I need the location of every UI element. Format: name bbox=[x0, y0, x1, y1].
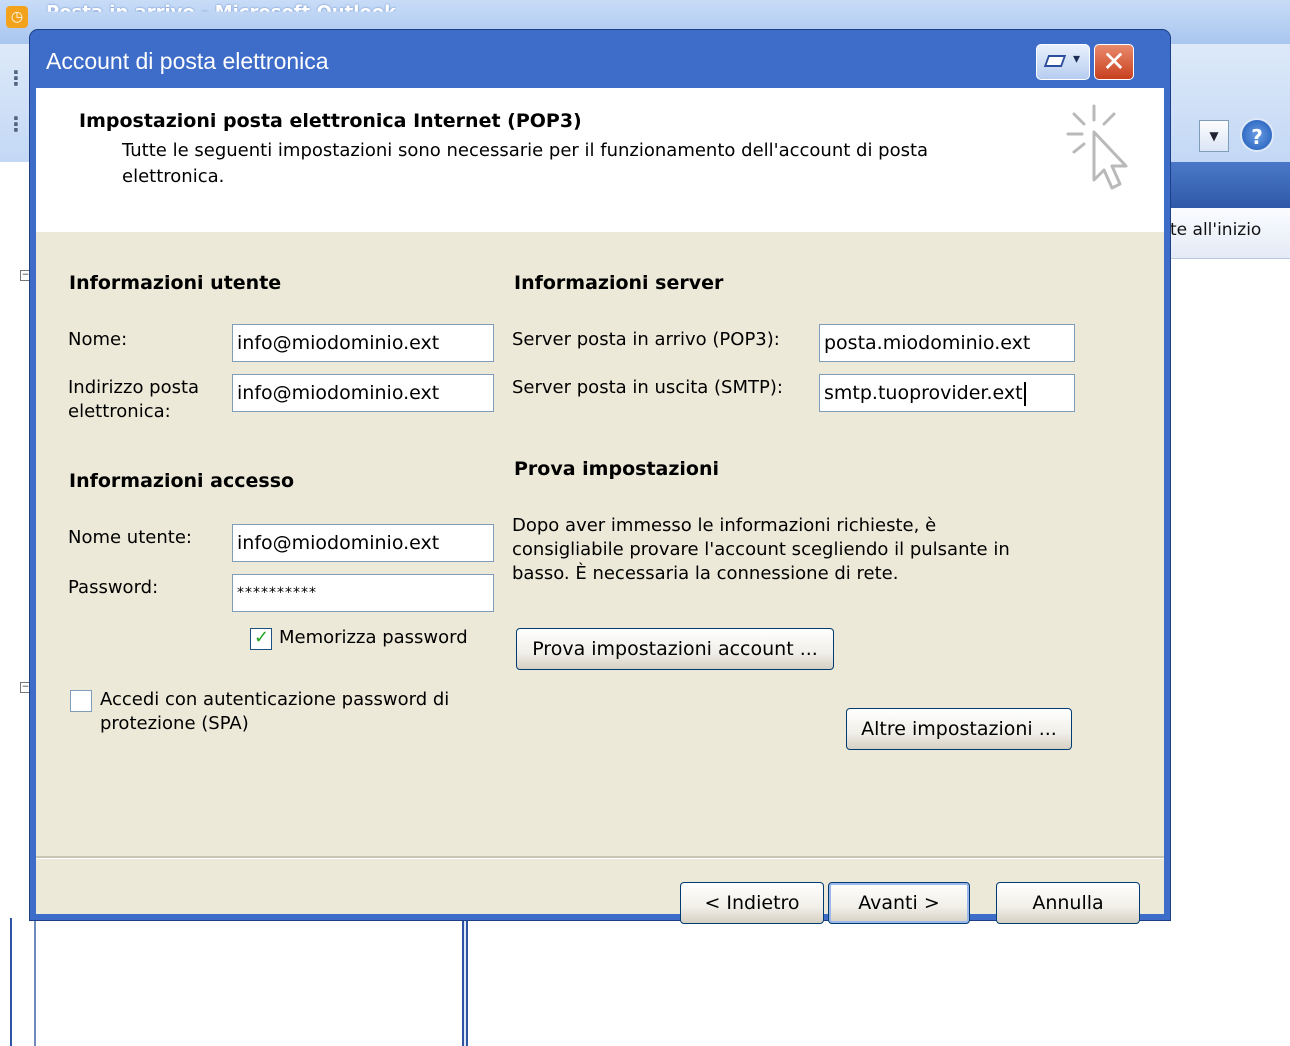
pane-splitter[interactable] bbox=[462, 918, 468, 1046]
spa-label: Accedi con autenticazione password di pr… bbox=[100, 689, 450, 734]
chevron-down-icon: ▾ bbox=[1073, 51, 1081, 67]
checkmark-icon: ✓ bbox=[254, 627, 270, 648]
email-label: Indirizzo posta elettronica: bbox=[68, 377, 200, 422]
header-description: Tutte le seguenti impostazioni sono nece… bbox=[122, 140, 929, 187]
cursor-click-icon bbox=[1066, 104, 1128, 190]
more-settings-button[interactable]: Altre impostazioni ... bbox=[846, 708, 1072, 750]
email-field[interactable]: info@miodominio.ext bbox=[232, 374, 494, 412]
user-info-heading: Informazioni utente bbox=[69, 272, 282, 294]
outgoing-server-field[interactable]: smtp.tuoprovider.ext bbox=[819, 374, 1075, 412]
nav-pane-header-glyph: E bbox=[8, 172, 22, 196]
close-button[interactable]: ✕ bbox=[1094, 44, 1134, 80]
password-label: Password: bbox=[68, 577, 159, 598]
remember-password-checkbox[interactable]: ✓ bbox=[250, 627, 272, 650]
cancel-button[interactable]: Annulla bbox=[996, 882, 1140, 924]
password-field[interactable]: ********** bbox=[232, 574, 494, 612]
outlook-window-title: Posta in arrivo - Microsoft Outlook bbox=[46, 2, 397, 23]
spa-checkbox[interactable] bbox=[70, 690, 92, 712]
server-info-heading: Informazioni server bbox=[514, 272, 724, 294]
incoming-server-label: Server posta in arrivo (POP3): bbox=[512, 329, 780, 350]
name-field[interactable]: info@miodominio.ext bbox=[232, 324, 494, 362]
footer-divider bbox=[36, 856, 1164, 859]
next-button[interactable]: Avanti > bbox=[828, 882, 970, 924]
username-label: Nome utente: bbox=[68, 527, 192, 548]
username-field[interactable]: info@miodominio.ext bbox=[232, 524, 494, 562]
toolbar-grip-icon[interactable]: ⋮ bbox=[6, 66, 26, 90]
outgoing-server-label: Server posta in uscita (SMTP): bbox=[512, 377, 783, 398]
login-info-heading: Informazioni accesso bbox=[69, 470, 295, 492]
incoming-server-field[interactable]: posta.miodominio.ext bbox=[819, 324, 1075, 362]
account-dialog: Account di posta elettronica ▾ ✕ Imposta… bbox=[30, 30, 1170, 924]
remember-password-label: Memorizza password bbox=[279, 627, 468, 648]
dialog-title: Account di posta elettronica bbox=[46, 48, 329, 74]
close-icon: ✕ bbox=[1102, 45, 1126, 78]
header-title: Impostazioni posta elettronica Internet … bbox=[79, 110, 582, 132]
dialog-header: Impostazioni posta elettronica Internet … bbox=[36, 88, 1164, 232]
name-label: Nome: bbox=[68, 329, 128, 350]
outlook-clock-icon: ◷ bbox=[6, 6, 28, 28]
help-icon[interactable]: ? bbox=[1240, 118, 1274, 152]
pane-border bbox=[10, 918, 12, 1046]
column-header-label: te all'inizio bbox=[1170, 220, 1262, 240]
text-cursor bbox=[1023, 381, 1026, 406]
dialog-body: Informazioni utente Nome: info@miodomini… bbox=[36, 232, 1164, 924]
test-account-button[interactable]: Prova impostazioni account ... bbox=[516, 628, 834, 670]
outgoing-server-value: smtp.tuoprovider.ext bbox=[824, 382, 1023, 404]
toolbar-grip-icon[interactable]: ⋮ bbox=[6, 112, 26, 136]
chevron-down-icon[interactable]: ▼ bbox=[1199, 120, 1229, 152]
window-options-button[interactable]: ▾ bbox=[1036, 44, 1090, 80]
test-settings-heading: Prova impostazioni bbox=[514, 458, 720, 480]
test-settings-description: Dopo aver immesso le informazioni richie… bbox=[512, 515, 1010, 584]
back-button[interactable]: < Indietro bbox=[680, 882, 824, 924]
window-icon bbox=[1043, 55, 1067, 67]
